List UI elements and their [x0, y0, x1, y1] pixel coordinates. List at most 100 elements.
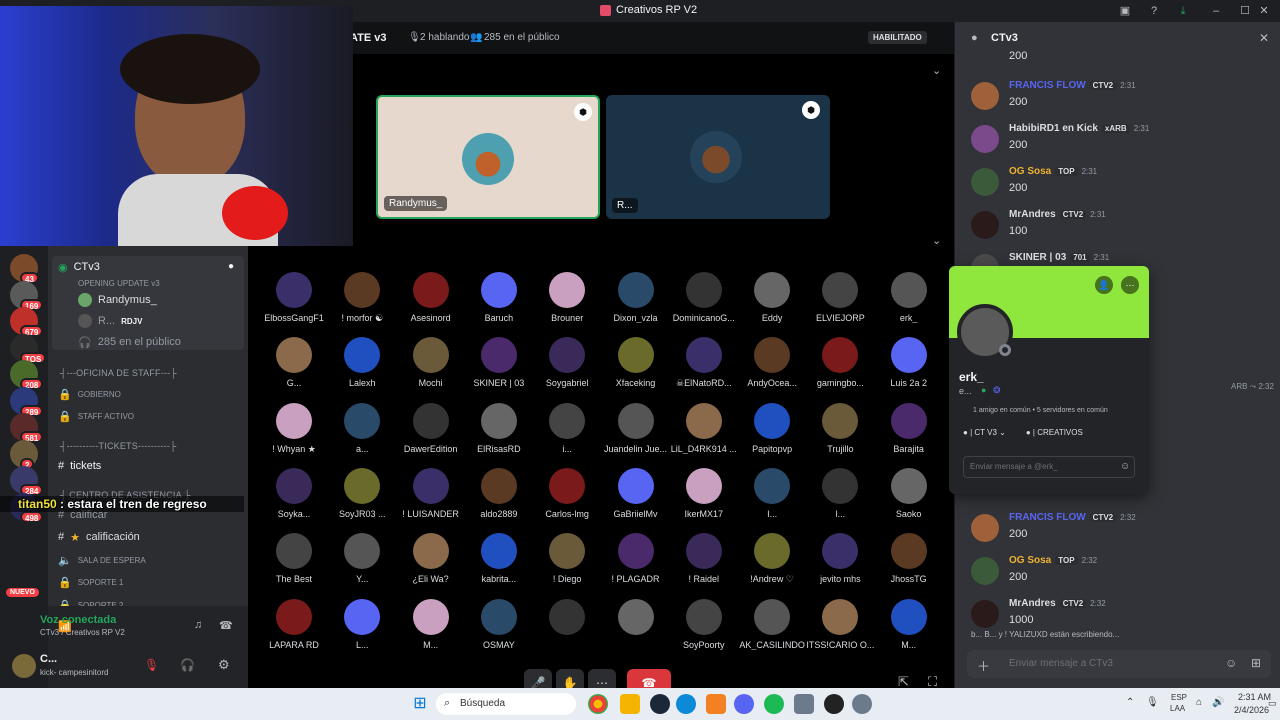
role-creativos[interactable]: ● | CREATIVOS	[1026, 428, 1083, 437]
audience-member[interactable]: G...	[260, 337, 328, 388]
audience-member[interactable]: jevito mhs	[806, 533, 874, 584]
new-badge[interactable]: NUEVO	[6, 588, 39, 597]
audience-member[interactable]	[533, 598, 601, 640]
inbox-icon[interactable]: ▣	[1117, 3, 1133, 19]
audience-member[interactable]: LiL_D4RK914 ...	[670, 402, 738, 454]
message-author[interactable]: OG Sosa	[1009, 555, 1051, 566]
channel-staff-activo[interactable]: 🔒 STAFF ACTIVO	[58, 407, 134, 425]
audience-member[interactable]: ElRisasRD	[465, 402, 533, 454]
file-explorer-icon[interactable]	[620, 694, 640, 714]
audience-member[interactable]: I...	[738, 467, 806, 519]
message-author[interactable]: FRANCIS FLOW	[1009, 512, 1086, 523]
lang-indicator-2[interactable]: LAA	[1170, 704, 1185, 713]
network-icon[interactable]: ⌂	[1196, 697, 1202, 708]
emoji-icon[interactable]: ☺	[1225, 656, 1237, 670]
audience-member[interactable]: AK_CASILINDO	[738, 598, 806, 650]
message-author[interactable]: MrAndres	[1009, 598, 1056, 609]
add-friend-icon[interactable]: 👤	[1095, 276, 1113, 294]
help-icon[interactable]: ?	[1146, 3, 1162, 19]
chat-message[interactable]: OG Sosa TOP 2:31 200	[971, 164, 1271, 204]
audience-member[interactable]: ! LUISANDER	[397, 467, 465, 519]
app-icon[interactable]	[706, 694, 726, 714]
channel-calificacion[interactable]: # ★ calificación	[58, 528, 140, 546]
chat-message[interactable]: OG Sosa TOP 2:32 200	[971, 553, 1271, 593]
category-tickets[interactable]: ┤----------TICKETS----------├	[60, 441, 177, 451]
audience-member[interactable]: M...	[875, 598, 943, 650]
audience-member[interactable]: SoyPoorty	[670, 598, 738, 650]
windows-start-icon[interactable]: ⊞	[410, 694, 430, 714]
tray-mic-icon[interactable]: 🎙	[1146, 697, 1159, 708]
audience-member[interactable]: Soyka...	[260, 467, 328, 519]
download-icon[interactable]: ⤓	[1175, 3, 1191, 19]
muted-mic-icon[interactable]: 🎙	[144, 658, 159, 672]
app-icon-2[interactable]	[794, 694, 814, 714]
close-window-button[interactable]: ✕	[1256, 3, 1272, 19]
audience-member[interactable]: Eddy	[738, 272, 806, 323]
channel-tickets[interactable]: # tickets	[58, 457, 101, 475]
audience-member[interactable]: kabrita...	[465, 533, 533, 584]
audience-member[interactable]: M...	[397, 598, 465, 650]
voice-member[interactable]: Randymus_	[78, 291, 157, 309]
minimize-button[interactable]: –	[1208, 3, 1224, 19]
audience-member[interactable]: l...	[806, 467, 874, 519]
soundboard-icon[interactable]: ♫	[194, 619, 202, 631]
channel-gobierno[interactable]: 🔒 GOBIERNO	[58, 385, 121, 403]
audience-member[interactable]: Carlos-lmg	[533, 467, 601, 519]
audience-member[interactable]: DawerEdition	[397, 402, 465, 454]
headphones-icon[interactable]: 🎧	[180, 658, 195, 672]
volume-icon[interactable]: 🔊	[1212, 697, 1224, 708]
category-staff[interactable]: ┤---OFICINA DE STAFF---├	[60, 368, 177, 378]
lang-indicator[interactable]: ESP	[1171, 693, 1187, 702]
audience-member[interactable]: i...	[533, 402, 601, 454]
chat-message[interactable]: HabibiRD1 en Kick xARB 2:31 200	[971, 121, 1271, 161]
audience-member[interactable]: !Andrew ♡	[738, 533, 806, 585]
audience-member[interactable]: Asesinord	[397, 272, 465, 323]
maximize-button[interactable]: ☐	[1237, 3, 1253, 19]
mutual-info[interactable]: 1 amigo en común • 5 servidores en común	[973, 407, 1108, 414]
tray-chevron-icon[interactable]: ⌃	[1126, 697, 1134, 708]
collapse-speakers-chevron-icon[interactable]: ⌄	[932, 64, 941, 77]
audience-member[interactable]: Trujillo	[806, 402, 874, 454]
clock-date[interactable]: 2/4/2026	[1234, 705, 1269, 715]
audience-member[interactable]: The Best	[260, 533, 328, 584]
audience-member[interactable]: Barajita	[875, 402, 943, 454]
audience-member[interactable]: ! PLAGADR	[602, 533, 670, 584]
settings-icon[interactable]	[852, 694, 872, 714]
audience-member[interactable]: aldo2889	[465, 467, 533, 519]
audience-member[interactable]: ElbossGangF1	[260, 272, 328, 323]
avatar[interactable]	[971, 125, 999, 153]
avatar[interactable]	[12, 654, 36, 678]
chat-input-box[interactable]: ＋ Enviar mensaje a CTv3 ☺ ⊞	[967, 650, 1271, 678]
message-author[interactable]: SKINER | 03	[1009, 252, 1066, 263]
audience-member[interactable]: Lalexh	[328, 337, 396, 388]
audience-member[interactable]: GaBriielMv	[602, 467, 670, 519]
audience-member[interactable]: LAPARA RD	[260, 598, 328, 650]
audience-member[interactable]: gamingbo...	[806, 337, 874, 388]
audience-member[interactable]: Baruch	[465, 272, 533, 323]
avatar[interactable]	[971, 557, 999, 585]
clock-time[interactable]: 2:31 AM	[1238, 692, 1271, 702]
edge-icon[interactable]	[676, 694, 696, 714]
avatar[interactable]	[971, 82, 999, 110]
chat-message[interactable]: FRANCIS FLOW CTV2 2:32 200	[971, 510, 1271, 550]
speaker-tile-randymus[interactable]: ⬢ Randymus_	[376, 95, 600, 219]
steam-icon[interactable]	[650, 694, 670, 714]
audience-member[interactable]: ! Diego	[533, 533, 601, 584]
audience-member[interactable]: ! Whyan ★	[260, 402, 328, 455]
audience-member[interactable]: a...	[328, 402, 396, 454]
audience-member[interactable]: IkerMX17	[670, 467, 738, 519]
settings-gear-icon[interactable]: ⚙	[218, 657, 230, 673]
collapse-audience-chevron-icon[interactable]: ⌄	[932, 234, 941, 247]
spotify-icon[interactable]	[764, 694, 784, 714]
channel-soporte-1[interactable]: 🔒 SOPORTE 1	[58, 573, 123, 591]
speaker-tile-second[interactable]: ⬢ R...	[606, 95, 830, 219]
audience-member[interactable]: DominicanoG...	[670, 272, 738, 323]
audience-member[interactable]: AndyOcea...	[738, 337, 806, 388]
audience-member[interactable]: SoyJR03 ...	[328, 467, 396, 519]
dm-input-box[interactable]: Enviar mensaje a @erk_ ☺	[963, 456, 1135, 478]
chat-message[interactable]: MrAndres CTV2 2:31 100	[971, 207, 1271, 247]
message-author[interactable]: FRANCIS FLOW	[1009, 80, 1086, 91]
more-icon[interactable]: ⋯	[1121, 276, 1139, 294]
avatar[interactable]	[971, 168, 999, 196]
audience-member[interactable]: Saoko	[875, 467, 943, 519]
